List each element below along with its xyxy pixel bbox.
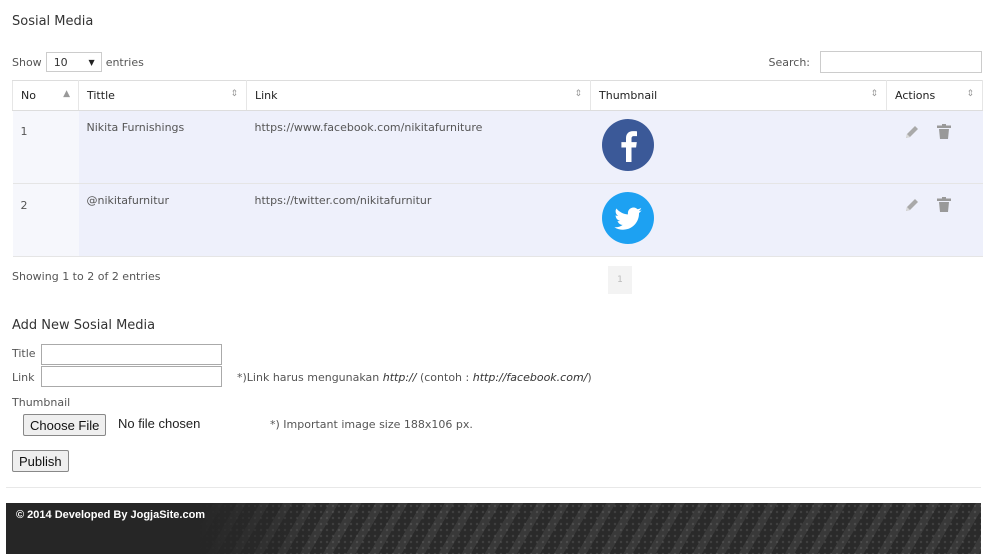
footer-copyright: © 2014 Developed By JogjaSite.com [16,509,206,521]
edit-pencil-icon[interactable] [903,196,921,214]
show-label: Show [12,55,42,69]
column-header-thumbnail[interactable]: Thumbnail ⇕ [590,80,887,111]
sort-asc-icon: ▲ [63,89,70,99]
search-label: Search: [768,55,811,69]
row-title: Nikita Furnishings [78,110,247,184]
entries-value: 10 [53,55,68,69]
row-number: 2 [12,183,79,257]
link-note: *)Link harus mengunakan http:// (contoh … [237,371,592,384]
row-actions [886,110,983,184]
pagination-page-1[interactable]: 1 [608,266,632,294]
table-row: 2 @nikitafurnitur https://twitter.com/ni… [12,183,983,257]
choose-file-button[interactable]: Choose File [23,414,107,436]
sort-both-icon: ⇕ [966,89,974,99]
link-input[interactable] [41,366,222,387]
column-header-actions[interactable]: Actions ⇕ [886,80,983,111]
section-title: Sosial Media [12,14,94,29]
column-header-title[interactable]: Tittle ⇕ [78,80,247,111]
row-thumbnail [590,110,887,184]
title-label: Title [12,347,36,360]
delete-trash-icon[interactable] [935,196,953,214]
sort-both-icon: ⇕ [574,89,582,99]
add-form-title: Add New Sosial Media [12,318,156,333]
title-input[interactable] [41,344,222,365]
social-media-table: No ▲ Tittle ⇕ Link ⇕ Thumbnail ⇕ Actions ⇕ 1 … [12,80,983,257]
facebook-icon [601,119,654,171]
search-box: Search: [768,51,982,73]
table-info: Showing 1 to 2 of 2 entries [12,270,161,283]
row-actions [886,183,983,257]
row-thumbnail [590,183,887,257]
sort-both-icon: ⇕ [870,89,878,99]
caret-down-icon: ▼ [88,57,95,67]
column-header-no[interactable]: No ▲ [12,80,79,111]
divider [6,487,981,488]
row-title: @nikitafurnitur [78,183,247,257]
image-size-note: *) Important image size 188x106 px. [270,418,473,431]
edit-pencil-icon[interactable] [903,123,921,141]
table-footer: Showing 1 to 2 of 2 entries 1 [12,262,982,294]
table-row: 1 Nikita Furnishings https://www.faceboo… [12,110,983,184]
footer: © 2014 Developed By JogjaSite.com [6,503,981,554]
link-label: Link [12,371,35,384]
entries-label: entries [105,55,144,69]
column-header-link[interactable]: Link ⇕ [246,80,591,111]
row-link: https://twitter.com/nikitafurnitur [246,183,591,257]
entries-select[interactable]: 10 ▼ [45,52,102,72]
twitter-icon [601,192,654,244]
no-file-text: No file chosen [118,416,201,431]
table-controls: Show 10 ▼ entries Search: [12,51,982,75]
search-input[interactable] [820,51,982,73]
entries-length: Show 10 ▼ entries [12,52,144,72]
publish-button[interactable]: Publish [12,450,69,472]
row-link: https://www.facebook.com/nikitafurniture [246,110,591,184]
sort-both-icon: ⇕ [230,89,238,99]
delete-trash-icon[interactable] [935,123,953,141]
thumbnail-label: Thumbnail [12,396,71,409]
row-number: 1 [12,110,79,184]
